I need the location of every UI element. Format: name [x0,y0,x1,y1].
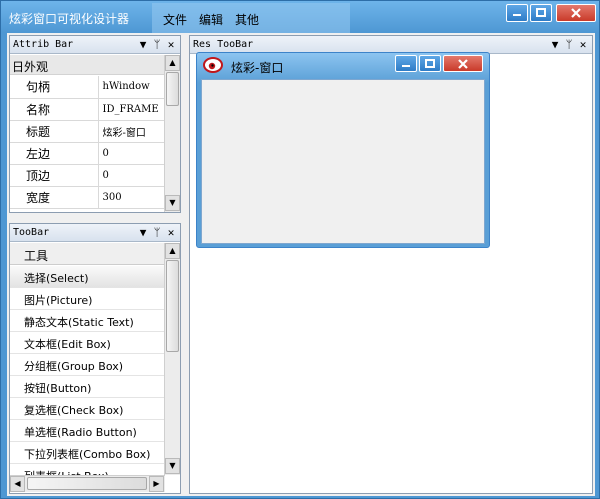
attrib-bar-panel: Attrib Bar ▼ ᛘ ✕ 日外观 句柄 hWindow 名称 ID_FRAM… [9,35,181,213]
close-icon[interactable]: ✕ [166,226,176,239]
scroll-up-icon[interactable]: ▲ [165,55,180,71]
minimize-icon [402,64,410,67]
maximize-button[interactable] [530,4,552,22]
tool-list: 选择(Select) 图片(Picture) 静态文本(Static Text)… [10,266,165,476]
maximize-icon [536,8,546,17]
scroll-down-icon[interactable]: ▼ [165,458,180,474]
property-key: 左边 [10,142,99,165]
close-icon[interactable]: ✕ [166,38,176,51]
app-title: 炫彩窗口可视化设计器 [9,12,130,26]
scroll-thumb[interactable] [166,260,179,352]
property-table: 句柄 hWindow 名称 ID_FRAME 标题 炫彩-窗口 左边 0 顶边 0 宽度 3… [10,76,167,209]
close-icon [571,8,581,18]
scroll-thumb[interactable] [27,477,147,490]
menu-edit[interactable]: 编辑 [196,10,226,29]
dropdown-icon[interactable]: ▼ [138,38,148,51]
tool-group-box[interactable]: 分组框(Group Box) [10,354,165,376]
close-icon [458,58,468,69]
property-value[interactable]: 300 [98,186,167,209]
property-key: 宽度 [10,186,99,209]
design-close-button[interactable] [443,55,483,72]
close-button[interactable] [556,4,596,22]
tool-select[interactable]: 选择(Select) [10,266,165,288]
tool-combo-box[interactable]: 下拉列表框(Combo Box) [10,442,165,464]
dropdown-icon[interactable]: ▼ [550,38,560,51]
scroll-left-icon[interactable]: ◀ [10,476,25,492]
property-row[interactable]: 宽度 300 [10,186,167,209]
tools-category[interactable]: 工具 [10,243,165,265]
scroll-up-icon[interactable]: ▲ [165,243,180,259]
scroll-right-icon[interactable]: ▶ [149,476,164,492]
property-key: 顶边 [10,164,99,187]
tool-picture[interactable]: 图片(Picture) [10,288,165,310]
property-value[interactable]: 0 [98,142,167,165]
tool-button[interactable]: 按钮(Button) [10,376,165,398]
property-value[interactable]: ID_FRAME [98,98,167,121]
close-icon[interactable]: ✕ [578,38,588,51]
property-row[interactable]: 句柄 hWindow [10,76,167,99]
app-window: 炫彩窗口可视化设计器 文件 编辑 其他 Attrib Bar ▼ ᛘ ✕ 日外观… [0,0,600,499]
app-logo-icon [203,57,223,73]
title-bar[interactable]: 炫彩窗口可视化设计器 文件 编辑 其他 [1,1,599,33]
tool-edit-box[interactable]: 文本框(Edit Box) [10,332,165,354]
toobar-title: TooBar [13,227,50,238]
minimize-icon [513,14,521,16]
pin-icon[interactable]: ᛘ [152,226,162,239]
toobar-header: TooBar ▼ ᛘ ✕ [10,224,180,242]
property-row[interactable]: 顶边 0 [10,164,167,187]
pin-icon[interactable]: ᛘ [152,38,162,51]
menu-other[interactable]: 其他 [232,10,262,29]
property-row[interactable]: 名称 ID_FRAME [10,98,167,121]
maximize-icon [425,58,435,68]
client-area: Attrib Bar ▼ ᛘ ✕ 日外观 句柄 hWindow 名称 ID_FRAM… [7,33,595,496]
menu-file[interactable]: 文件 [160,10,190,29]
group-appearance[interactable]: 日外观 [10,55,167,75]
design-window-body[interactable] [201,79,485,244]
property-value[interactable]: 炫彩-窗口 [98,120,167,143]
res-toobar-title: Res TooBar [193,39,254,50]
design-minimize-button[interactable] [395,55,417,72]
property-value[interactable]: 0 [98,164,167,187]
dropdown-icon[interactable]: ▼ [138,226,148,239]
property-value[interactable]: hWindow [98,76,167,99]
design-maximize-button[interactable] [419,55,441,72]
menu-bar: 文件 编辑 其他 [152,3,350,33]
toobar-panel: TooBar ▼ ᛘ ✕ 工具 选择(Select) 图片(Picture) 静… [9,223,181,494]
property-key: 标题 [10,120,99,143]
design-window[interactable]: 炫彩-窗口 [196,52,490,248]
scroll-thumb[interactable] [166,72,179,106]
property-key: 句柄 [10,76,99,99]
attrib-bar-header: Attrib Bar ▼ ᛘ ✕ [10,36,180,54]
toolbar-horizontal-scrollbar[interactable]: ◀ ▶ [10,475,165,492]
design-window-title: 炫彩-窗口 [231,61,284,75]
toolbar-vertical-scrollbar[interactable]: ▲ ▼ [164,243,180,475]
tool-radio-button[interactable]: 单选框(Radio Button) [10,420,165,442]
attrib-bar-title: Attrib Bar [13,39,74,50]
tool-static-text[interactable]: 静态文本(Static Text) [10,310,165,332]
res-toobar-panel: Res TooBar ▼ ᛘ ✕ 炫彩-窗口 [189,35,593,494]
pin-icon[interactable]: ᛘ [564,38,574,51]
scroll-down-icon[interactable]: ▼ [165,195,180,211]
tool-check-box[interactable]: 复选框(Check Box) [10,398,165,420]
property-row[interactable]: 左边 0 [10,142,167,165]
attrib-vertical-scrollbar[interactable]: ▲ ▼ [164,55,180,212]
minimize-button[interactable] [506,4,528,22]
property-row[interactable]: 标题 炫彩-窗口 [10,120,167,143]
property-key: 名称 [10,98,99,121]
